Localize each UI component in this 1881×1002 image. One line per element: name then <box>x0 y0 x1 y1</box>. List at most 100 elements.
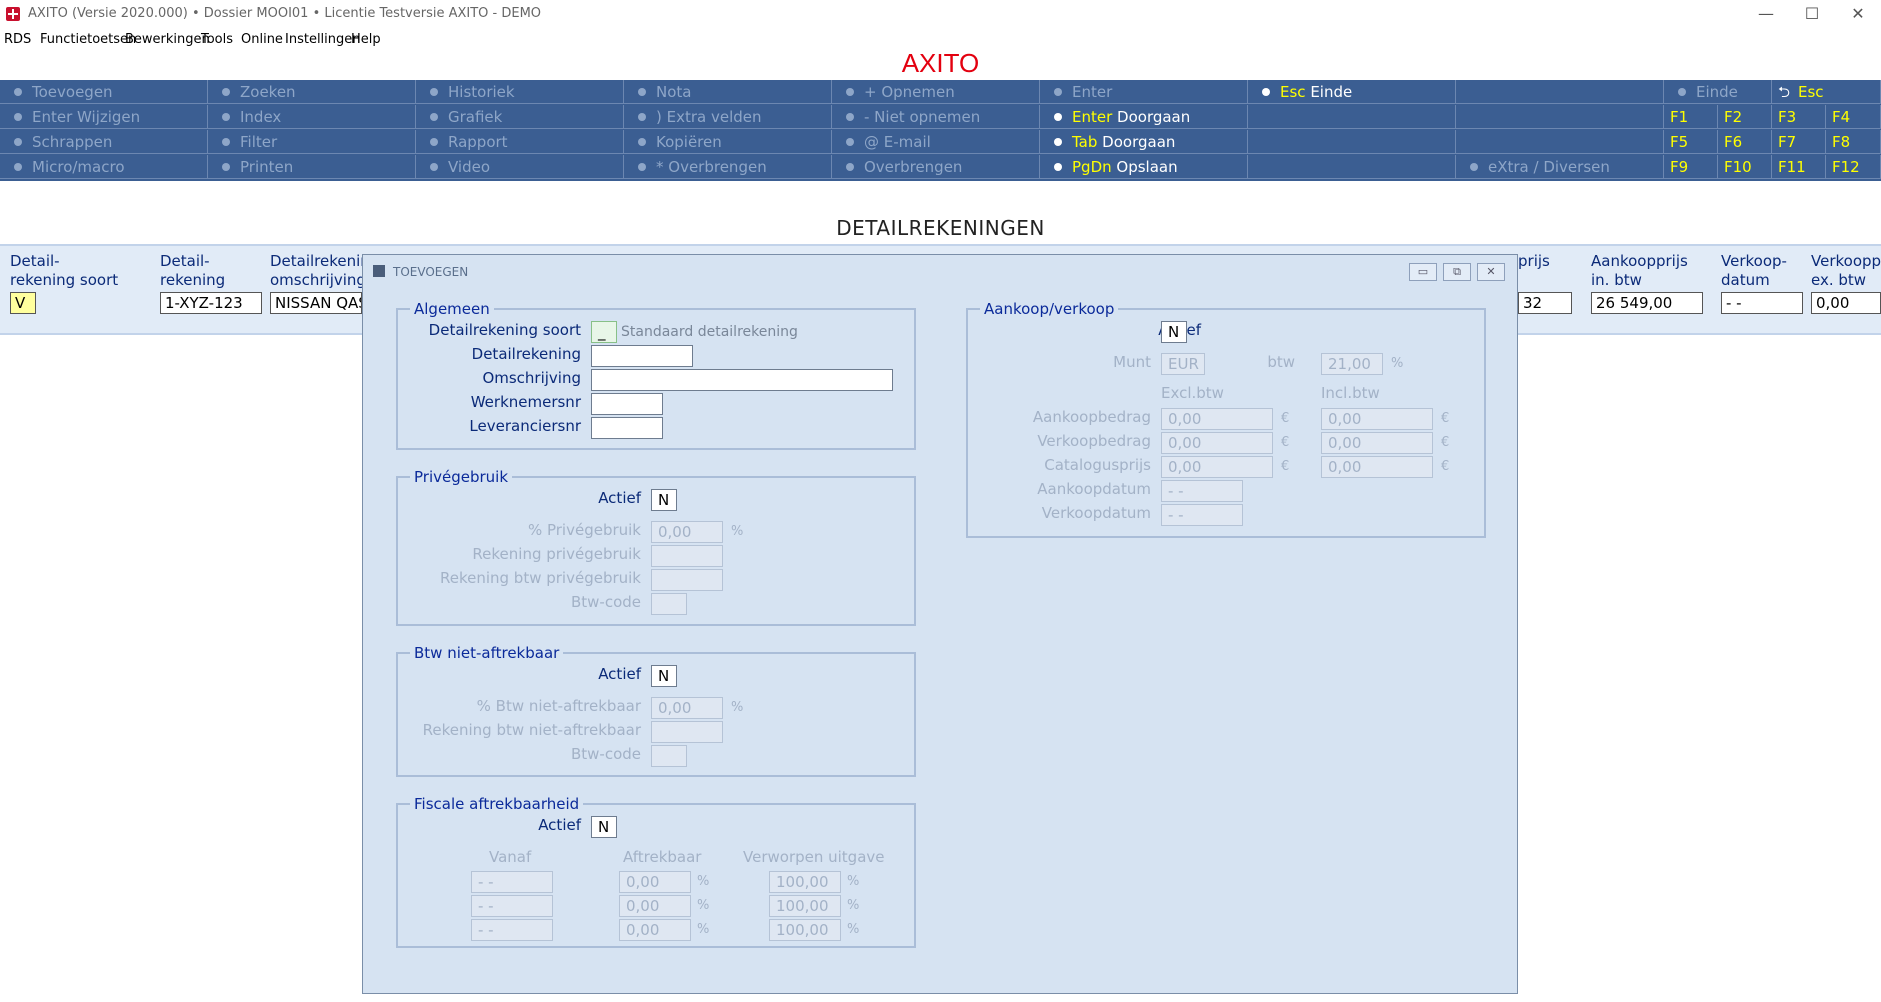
record-prijs-field[interactable]: 32 <box>1518 292 1572 314</box>
tb-extra-velden[interactable]: ) Extra velden <box>624 105 832 129</box>
bullet-icon <box>1054 163 1062 171</box>
fiscaal-aftrekbaar-field: 0,00 <box>619 919 691 941</box>
werknemersnr-field[interactable] <box>591 393 663 415</box>
omschrijving-field[interactable] <box>591 369 893 391</box>
euro-unit: € <box>1441 459 1450 474</box>
bullet-icon <box>430 88 438 96</box>
tb-historiek[interactable]: Historiek <box>416 80 624 104</box>
aankoopbedrag-excl-field: 0,00 <box>1161 408 1273 430</box>
col-header-incl-btw: Incl.btw <box>1321 384 1380 402</box>
close-button[interactable]: ✕ <box>1835 0 1881 30</box>
fiscaal-verworpen-field: 100,00 <box>769 871 841 893</box>
menu-bewerkingen[interactable]: Bewerkingen <box>125 32 210 47</box>
record-aankoopprijs-field[interactable]: 26 549,00 <box>1591 292 1703 314</box>
tb-f11[interactable]: F11 <box>1772 155 1826 179</box>
record-omschrijving-field[interactable]: NISSAN QASHQAI <box>270 292 362 314</box>
dialog-title: TOEVOEGEN <box>393 265 469 279</box>
fiscaal-vanaf-field: - - <box>471 871 553 893</box>
detailrekening-soort-field[interactable]: _ <box>591 321 617 343</box>
dialog-restore-button[interactable]: ⧉ <box>1443 263 1471 281</box>
back-arrow-icon: ⮌ <box>1778 83 1791 101</box>
tb-micro-macro[interactable]: Micro/macro <box>0 155 208 179</box>
menu-rds[interactable]: RDS <box>4 32 31 47</box>
tb-pgdn-opslaan[interactable]: PgDn Opslaan <box>1040 155 1248 179</box>
tb-f5[interactable]: F5 <box>1664 130 1718 154</box>
tb-schrappen[interactable]: Schrappen <box>0 130 208 154</box>
prive-actief-field[interactable]: N <box>651 489 677 511</box>
tb-f2[interactable]: F2 <box>1718 105 1772 129</box>
detailrekening-soort-hint: Standaard detailrekening <box>621 324 798 340</box>
col-header-verkoopdatum: Verkoop-datum <box>1721 252 1787 289</box>
dialog-close-button[interactable]: ✕ <box>1477 263 1505 281</box>
record-rekening-field[interactable]: 1-XYZ-123 <box>160 292 262 314</box>
tb-toevoegen[interactable]: Toevoegen <box>0 80 208 104</box>
tb-overbrengen[interactable]: Overbrengen <box>832 155 1040 179</box>
tb-kopieren[interactable]: Kopiëren <box>624 130 832 154</box>
tb-f1[interactable]: F1 <box>1664 105 1718 129</box>
tb-esc-einde[interactable]: Esc Einde <box>1248 80 1456 104</box>
tb-einde[interactable]: Einde <box>1664 80 1772 104</box>
tb-rapport[interactable]: Rapport <box>416 130 624 154</box>
col-header-aftrekbaar: Aftrekbaar <box>623 848 702 866</box>
col-header-omschrijving: Detailrekeningomschrijving <box>270 252 362 289</box>
dialog-minimize-button[interactable]: ▭ <box>1409 263 1437 281</box>
tb-nota[interactable]: Nota <box>624 80 832 104</box>
record-verkoopprijs-field[interactable]: 0,00 <box>1811 292 1881 314</box>
fiscaal-verworpen-field: 100,00 <box>769 895 841 917</box>
record-soort-field[interactable]: V <box>10 292 36 314</box>
tb-email[interactable]: @ E-mail <box>832 130 1040 154</box>
record-verkoopdatum-field[interactable]: - - <box>1721 292 1803 314</box>
fiscaal-aftrekbaar-unit: % <box>697 898 710 913</box>
btw-actief-field[interactable]: N <box>651 665 677 687</box>
menu-online[interactable]: Online <box>241 32 283 47</box>
rekening-btw-privegebruik-field <box>651 569 723 591</box>
tb-enter-wijzigen[interactable]: Enter Wijzigen <box>0 105 208 129</box>
tb-printen[interactable]: Printen <box>208 155 416 179</box>
menu-help[interactable]: Help <box>351 32 381 47</box>
tb-grafiek[interactable]: Grafiek <box>416 105 624 129</box>
col-header-verworpen: Verworpen uitgave <box>743 848 885 866</box>
tb-enter[interactable]: Enter <box>1040 80 1248 104</box>
menu-functietoetsen[interactable]: Functietoetsen <box>40 32 136 47</box>
label-rekening-btw-niet-aftrekbaar: Rekening btw niet-aftrekbaar <box>422 721 641 739</box>
bullet-icon <box>1262 88 1270 96</box>
label-fiscaal-actief: Actief <box>538 816 581 834</box>
bullet-icon <box>638 163 646 171</box>
menu-tools[interactable]: Tools <box>201 32 233 47</box>
menu-instellingen[interactable]: Instellingen <box>285 32 361 47</box>
euro-unit: € <box>1281 411 1290 426</box>
fiscaal-aftrekbaar-unit: % <box>697 922 710 937</box>
tb-zoeken[interactable]: Zoeken <box>208 80 416 104</box>
tb-tab-doorgaan[interactable]: Tab Doorgaan <box>1040 130 1248 154</box>
tb-overbrengen-star[interactable]: * Overbrengen <box>624 155 832 179</box>
btw-unit: % <box>1391 356 1404 371</box>
tb-niet-opnemen[interactable]: - Niet opnemen <box>832 105 1040 129</box>
catalogusprijs-excl-field: 0,00 <box>1161 456 1273 478</box>
tb-back-esc[interactable]: ⮌ Esc <box>1772 80 1881 104</box>
detailrekening-field[interactable] <box>591 345 693 367</box>
tb-opnemen[interactable]: + Opnemen <box>832 80 1040 104</box>
tb-index[interactable]: Index <box>208 105 416 129</box>
fiscaal-verworpen-unit: % <box>847 922 860 937</box>
tb-f8[interactable]: F8 <box>1826 130 1881 154</box>
minimize-button[interactable]: — <box>1743 0 1789 30</box>
tb-extra-diversen[interactable]: eXtra / Diversen <box>1456 155 1664 179</box>
tb-f3[interactable]: F3 <box>1772 105 1826 129</box>
tb-f6[interactable]: F6 <box>1718 130 1772 154</box>
leveranciersnr-field[interactable] <box>591 417 663 439</box>
tb-video[interactable]: Video <box>416 155 624 179</box>
aankoop-actief-field[interactable]: N <box>1161 321 1187 343</box>
fiscaal-actief-field[interactable]: N <box>591 816 617 838</box>
bullet-icon <box>14 88 22 96</box>
tb-f9[interactable]: F9 <box>1664 155 1718 179</box>
rekening-privegebruik-field <box>651 545 723 567</box>
tb-filter[interactable]: Filter <box>208 130 416 154</box>
tb-f7[interactable]: F7 <box>1772 130 1826 154</box>
dialog-menu-icon[interactable] <box>373 265 385 277</box>
tb-f10[interactable]: F10 <box>1718 155 1772 179</box>
tb-f12[interactable]: F12 <box>1826 155 1881 179</box>
tb-f4[interactable]: F4 <box>1826 105 1881 129</box>
tb-enter-doorgaan[interactable]: Enter Doorgaan <box>1040 105 1248 129</box>
euro-unit: € <box>1441 411 1450 426</box>
maximize-button[interactable]: ☐ <box>1789 0 1835 30</box>
